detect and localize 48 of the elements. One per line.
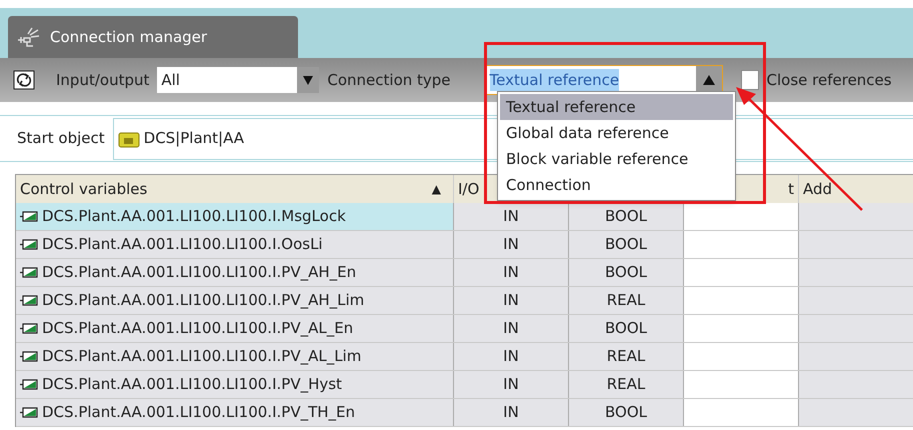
- table-cell: REAL: [569, 287, 684, 314]
- close-references-label: Close references: [766, 70, 892, 91]
- variable-cell[interactable]: DCS.Plant.AA.001.LI100.LI100.I.PV_Hyst: [16, 371, 454, 398]
- table-cell: IN: [454, 399, 569, 426]
- variable-cell[interactable]: DCS.Plant.AA.001.LI100.LI100.I.MsgLock: [16, 203, 454, 230]
- variable-cell[interactable]: DCS.Plant.AA.001.LI100.LI100.I.PV_AH_En: [16, 259, 454, 286]
- table-cell: BOOL: [569, 399, 684, 426]
- variable-icon: [20, 379, 38, 390]
- connection-manager-tab[interactable]: Connection manager: [8, 16, 298, 58]
- table-cell: BOOL: [569, 231, 684, 258]
- variable-icon: [20, 323, 38, 334]
- table-cell: REAL: [569, 371, 684, 398]
- refresh-icon[interactable]: [12, 69, 36, 91]
- table-cell: IN: [454, 315, 569, 342]
- table-cell: IN: [454, 371, 569, 398]
- variable-cell[interactable]: DCS.Plant.AA.001.LI100.LI100.I.OosLi: [16, 231, 454, 258]
- table-cell: BOOL: [569, 259, 684, 286]
- table-cell: REAL: [569, 343, 684, 370]
- table-cell: IN: [454, 259, 569, 286]
- variable-icon: [20, 351, 38, 362]
- table-cell: BOOL: [569, 315, 684, 342]
- dropdown-option[interactable]: Block variable reference: [500, 146, 733, 172]
- variable-cell[interactable]: DCS.Plant.AA.001.LI100.LI100.I.PV_AH_Lim: [16, 287, 454, 314]
- variable-icon: [20, 295, 38, 306]
- input-output-dropdown[interactable]: All: [157, 67, 320, 93]
- variable-icon: [20, 239, 38, 250]
- tab-title: Connection manager: [50, 26, 208, 48]
- table-cell: IN: [454, 287, 569, 314]
- connection-icon: [16, 26, 42, 48]
- table-cell: BOOL: [569, 203, 684, 230]
- column-header[interactable]: Add: [799, 175, 913, 203]
- variable-icon: [20, 407, 38, 418]
- dropdown-option[interactable]: Global data reference: [500, 120, 733, 146]
- close-references-checkbox[interactable]: [740, 70, 759, 90]
- variable-cell[interactable]: DCS.Plant.AA.001.LI100.LI100.I.PV_TH_En: [16, 399, 454, 426]
- variable-icon: [20, 267, 38, 278]
- sort-ascending-icon: ▲: [432, 180, 441, 198]
- table-cell: IN: [454, 203, 569, 230]
- folder-icon: [118, 130, 140, 148]
- input-output-label: Input/output: [56, 70, 150, 91]
- variable-icon: [20, 211, 38, 222]
- connection-type-label: Connection type: [327, 70, 451, 91]
- table-cell: IN: [454, 231, 569, 258]
- start-object-label: Start object: [17, 128, 105, 150]
- dropdown-option[interactable]: Textual reference: [500, 94, 733, 120]
- table-cell: IN: [454, 343, 569, 370]
- variable-cell[interactable]: DCS.Plant.AA.001.LI100.LI100.I.PV_AL_Lim: [16, 343, 454, 370]
- variable-cell[interactable]: DCS.Plant.AA.001.LI100.LI100.I.PV_AL_En: [16, 315, 454, 342]
